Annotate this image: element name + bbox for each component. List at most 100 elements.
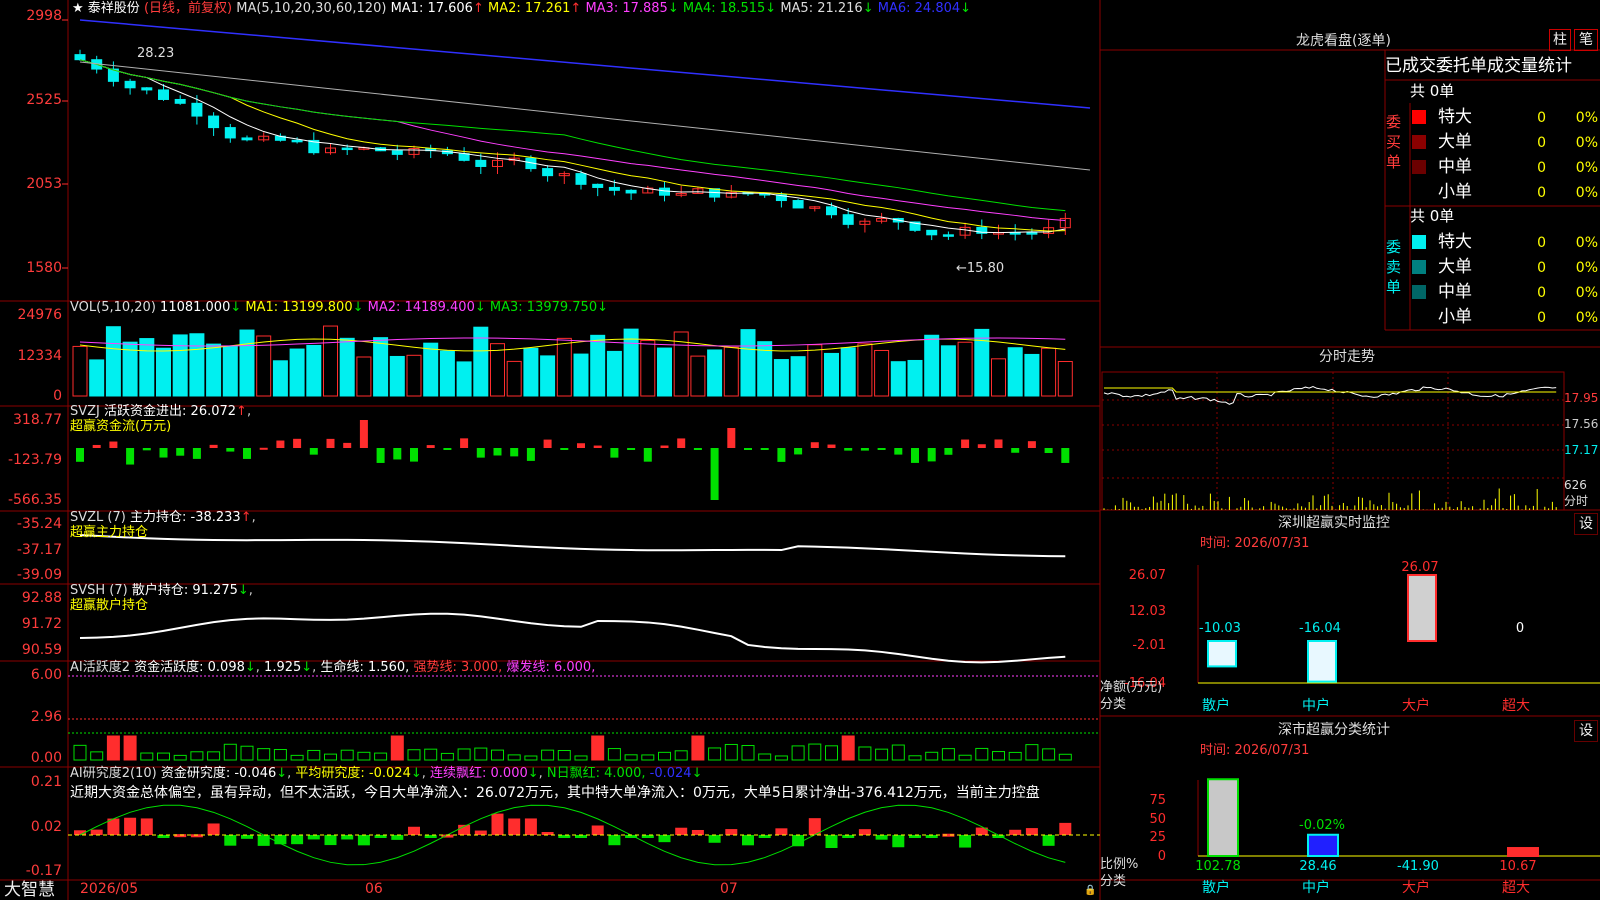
ai1-v2-arrow-icon: ↓ <box>301 660 313 675</box>
activity-bar <box>223 743 237 761</box>
svzj-tick: 318.77 <box>13 412 62 428</box>
volume-bar <box>1057 361 1073 397</box>
star-icon[interactable]: ★ <box>72 1 84 16</box>
volume-bar <box>456 361 472 397</box>
research-bar <box>474 830 487 835</box>
app-logo[interactable]: 大智慧 <box>4 880 55 900</box>
stroke-mode-button[interactable]: 笔 <box>1574 29 1598 51</box>
candle <box>74 54 86 61</box>
ma2-arrow-icon: ↑ <box>570 1 582 16</box>
research-bar <box>324 835 337 846</box>
research-bar <box>959 835 972 848</box>
research-bar <box>140 818 153 835</box>
research-bar <box>875 835 888 840</box>
stats-category: 散户 <box>1202 879 1230 896</box>
stats-tick: 0 <box>1158 849 1166 864</box>
stats-bar-label: 28.46 <box>1299 859 1336 874</box>
svsh-subtitle: 超赢散户持仓 <box>70 598 149 613</box>
research-bar <box>508 818 521 835</box>
volume-bar <box>89 359 105 397</box>
ma-line <box>79 59 1066 234</box>
activity-bar <box>992 751 1005 761</box>
candle <box>659 187 670 196</box>
volume-bar <box>156 347 171 397</box>
flow-bar <box>359 420 368 448</box>
main-holding-line <box>79 534 1066 558</box>
activity-bar <box>1042 748 1056 761</box>
stats-bar-label: 10.67 <box>1499 859 1536 874</box>
activity-bar <box>73 744 87 761</box>
ai2-v5: -0.024 <box>649 766 692 781</box>
flow-bar <box>243 448 251 459</box>
research-bar <box>858 829 871 835</box>
flow-bar <box>911 448 919 463</box>
vol-ma3: MA3: 13979.750 <box>489 300 598 315</box>
flow-bar <box>610 448 619 458</box>
ai2-average: 平均研究度: -0.024 <box>295 766 411 781</box>
activity-bar <box>307 749 321 761</box>
flow-bar <box>276 440 285 448</box>
activity-bar <box>774 755 788 761</box>
research-bar <box>274 835 287 845</box>
volume-bar <box>606 350 622 397</box>
monitor-tick: 12.03 <box>1129 604 1166 619</box>
flow-bar <box>1011 448 1020 453</box>
stock-terminal: 特大 0 0% 大单 0 0% 中单 0 0% 小单 0 0% 特大 0 0% 大单 0 0% 中单 0 0% 小单 0 0%… <box>0 0 1600 900</box>
intraday-title: 分时走势 <box>1319 349 1375 365</box>
ma5-value: MA5: 21.216 <box>780 1 863 16</box>
flow-bar <box>643 448 652 462</box>
ma3-value: MA3: 17.885 <box>585 1 668 16</box>
activity-bar <box>607 748 621 761</box>
order-type-label: 大单 <box>1438 257 1472 277</box>
volume-bar <box>790 356 806 397</box>
flow-bar <box>92 444 101 448</box>
candle <box>341 147 353 151</box>
ai2-v5-arrow-icon: ↓ <box>691 766 703 781</box>
flow-bar <box>827 444 836 448</box>
candle <box>174 98 186 104</box>
stats-settings-button[interactable]: 设 <box>1574 720 1598 742</box>
vol-ma2-arrow-icon: ↓ <box>474 300 486 315</box>
svsh-value: 散户持仓: 91.275 <box>131 583 238 598</box>
volume-bar <box>406 354 422 397</box>
vol-arrow-icon: ↓ <box>230 300 242 315</box>
volume-bar <box>1041 347 1057 397</box>
candle <box>826 206 837 216</box>
activity-bar <box>457 748 471 761</box>
research-bar <box>491 813 504 835</box>
candle <box>592 183 604 188</box>
activity-bar <box>724 743 738 761</box>
bar-mode-button[interactable]: 柱 <box>1549 29 1571 51</box>
research-bar <box>591 825 604 835</box>
monitor-settings-button[interactable]: 设 <box>1574 513 1598 535</box>
volume-bar <box>657 347 672 397</box>
order-count: 0 <box>1537 135 1546 151</box>
flow-bar <box>410 448 418 462</box>
order-count: 0 <box>1537 185 1546 201</box>
monitor-bar <box>1407 574 1437 642</box>
volume-bar <box>590 334 606 397</box>
vol-ma-line <box>79 337 1066 347</box>
lock-icon[interactable]: 🔒 <box>1084 884 1096 898</box>
flow-bar <box>526 448 535 461</box>
ma3-arrow-icon: ↓ <box>667 1 679 16</box>
flow-bar <box>677 438 686 448</box>
flow-bar <box>76 448 84 462</box>
volume-bar <box>991 358 1006 397</box>
monitor-bar-label: 26.07 <box>1401 560 1438 575</box>
candle <box>842 214 854 225</box>
ma6-value: MA6: 24.804 <box>877 1 961 16</box>
research-bar <box>825 835 838 848</box>
flow-bar <box>627 448 636 450</box>
activity-bar <box>541 749 555 761</box>
chart-canvas[interactable]: 特大 0 0% 大单 0 0% 中单 0 0% 小单 0 0% 特大 0 0% 大单 0 0% 中单 0 0% 小单 0 0%… <box>0 0 1600 900</box>
volume-bar <box>540 355 556 397</box>
candle <box>158 89 169 100</box>
candle <box>942 234 954 237</box>
dragon-tiger-title: 龙虎看盘(逐单) <box>1296 33 1391 49</box>
flow-bar <box>961 439 970 448</box>
stats-bar <box>1207 778 1239 858</box>
volume-bar <box>840 347 856 397</box>
ma4-value: MA4: 18.515 <box>682 1 766 16</box>
volume-bar <box>490 343 505 397</box>
